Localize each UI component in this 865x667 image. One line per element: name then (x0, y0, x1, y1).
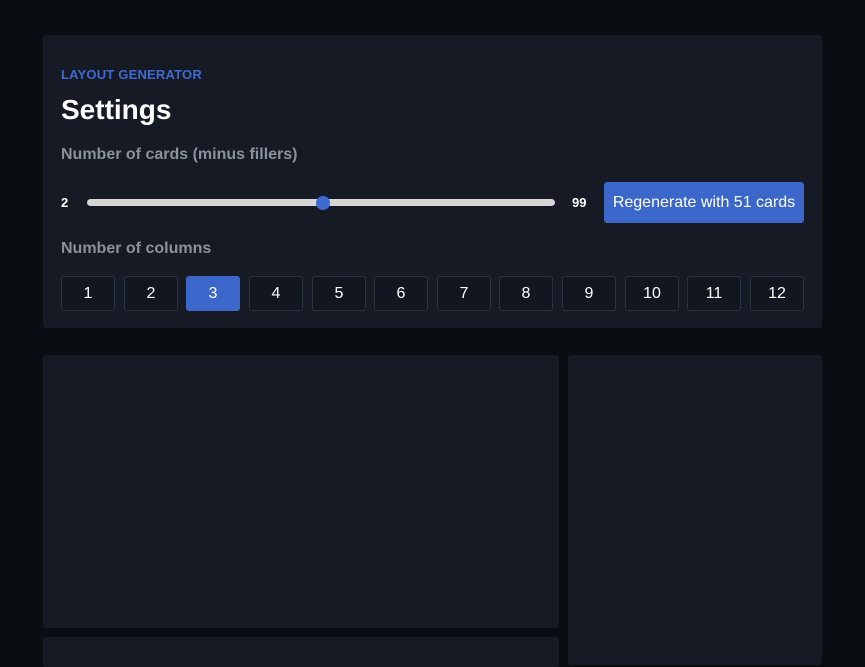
regenerate-button[interactable]: Regenerate with 51 cards (604, 182, 804, 223)
cards-count-label: Number of cards (minus fillers) (61, 146, 298, 163)
cards-slider-thumb[interactable] (316, 196, 331, 210)
slider-min-label: 2 (61, 195, 69, 210)
column-option-9[interactable]: 9 (562, 276, 616, 311)
column-option-2[interactable]: 2 (124, 276, 178, 311)
page-title: Settings (61, 94, 172, 125)
column-option-11[interactable]: 11 (687, 276, 741, 311)
column-option-5[interactable]: 5 (312, 276, 366, 311)
column-option-6[interactable]: 6 (374, 276, 428, 311)
eyebrow-label: LAYOUT GENERATOR (61, 67, 202, 82)
slider-max-label: 99 (572, 195, 587, 210)
column-option-3[interactable]: 3 (186, 276, 240, 311)
column-option-8[interactable]: 8 (499, 276, 553, 311)
column-option-10[interactable]: 10 (625, 276, 679, 311)
columns-button-group: 1 2 3 4 5 6 7 8 9 10 11 12 (61, 276, 804, 311)
layout-card (568, 355, 822, 665)
columns-count-label: Number of columns (61, 240, 212, 257)
column-option-7[interactable]: 7 (437, 276, 491, 311)
settings-panel: LAYOUT GENERATOR Settings Number of card… (43, 35, 822, 328)
column-option-1[interactable]: 1 (61, 276, 115, 311)
layout-card (43, 637, 559, 667)
column-option-4[interactable]: 4 (249, 276, 303, 311)
layout-card (43, 355, 559, 628)
column-option-12[interactable]: 12 (750, 276, 804, 311)
